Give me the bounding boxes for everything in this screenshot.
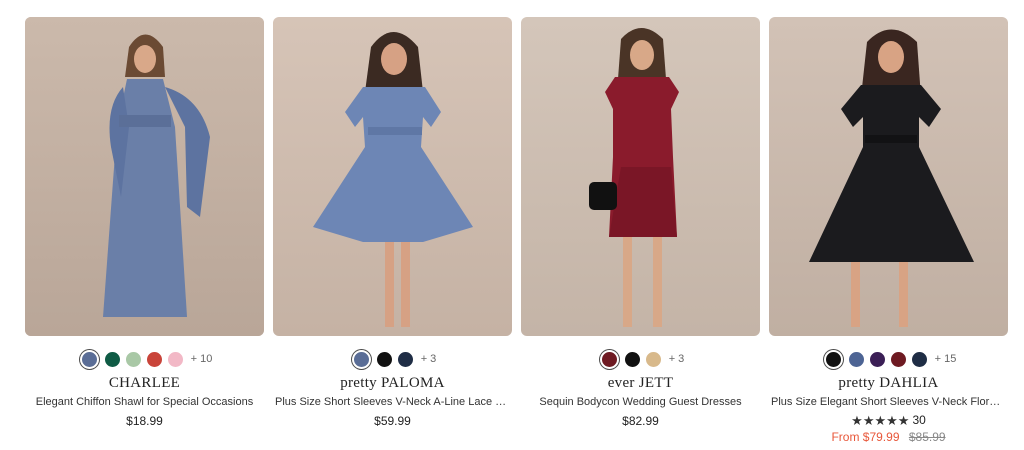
- color-swatch[interactable]: [645, 351, 661, 367]
- more-colors-count[interactable]: + 3: [669, 353, 685, 365]
- color-swatch[interactable]: [125, 351, 141, 367]
- product-title[interactable]: Elegant Chiffon Shawl for Special Occasi…: [25, 396, 264, 408]
- product-title[interactable]: Sequin Bodycon Wedding Guest Dresses: [521, 396, 760, 408]
- product-title[interactable]: Plus Size Short Sleeves V-Neck A-Line La…: [273, 396, 512, 408]
- product-brand[interactable]: pretty DAHLIA: [769, 375, 1008, 392]
- product-price: $18.99: [126, 414, 163, 428]
- price-line: From $79.99 $85.99: [769, 430, 1008, 444]
- rating-count: 30: [912, 413, 926, 427]
- product-card[interactable]: + 15 pretty DAHLIA Plus Size Elegant Sho…: [769, 17, 1008, 444]
- more-colors-count[interactable]: + 10: [191, 353, 213, 365]
- product-image[interactable]: [769, 17, 1008, 336]
- color-swatch[interactable]: [601, 351, 617, 367]
- rating-stars: ★★★★★: [851, 412, 910, 428]
- product-brand[interactable]: ever JETT: [521, 375, 760, 392]
- product-photo: [521, 17, 760, 336]
- color-swatch[interactable]: [167, 351, 183, 367]
- color-swatch[interactable]: [397, 351, 413, 367]
- color-swatch[interactable]: [376, 351, 392, 367]
- more-colors-count[interactable]: + 15: [935, 353, 957, 365]
- color-swatches: + 10: [25, 350, 264, 368]
- product-price: $59.99: [374, 414, 411, 428]
- product-price: $82.99: [622, 414, 659, 428]
- product-photo: [273, 17, 512, 336]
- color-swatch[interactable]: [869, 351, 885, 367]
- product-image[interactable]: [521, 17, 760, 336]
- color-swatch[interactable]: [624, 351, 640, 367]
- product-brand[interactable]: CHARLEE: [25, 375, 264, 392]
- color-swatch[interactable]: [146, 351, 162, 367]
- sale-price: From $79.99: [831, 430, 900, 444]
- color-swatch[interactable]: [81, 351, 97, 367]
- product-photo: [769, 17, 1008, 336]
- color-swatch[interactable]: [890, 351, 906, 367]
- original-price: $85.99: [908, 430, 946, 444]
- product-grid: + 10 CHARLEE Elegant Chiffon Shawl for S…: [0, 0, 1024, 450]
- product-card[interactable]: + 3 pretty PALOMA Plus Size Short Sleeve…: [273, 17, 512, 428]
- more-colors-count[interactable]: + 3: [421, 353, 437, 365]
- color-swatch[interactable]: [104, 351, 120, 367]
- color-swatches: + 15: [769, 350, 1008, 368]
- product-image[interactable]: [273, 17, 512, 336]
- color-swatch[interactable]: [353, 351, 369, 367]
- color-swatch[interactable]: [911, 351, 927, 367]
- product-brand[interactable]: pretty PALOMA: [273, 375, 512, 392]
- color-swatches: + 3: [521, 350, 760, 368]
- color-swatch[interactable]: [848, 351, 864, 367]
- product-card[interactable]: + 3 ever JETT Sequin Bodycon Wedding Gue…: [521, 17, 760, 428]
- rating: ★★★★★ 30: [769, 413, 1008, 427]
- color-swatch[interactable]: [825, 351, 841, 367]
- product-image[interactable]: [25, 17, 264, 336]
- product-title[interactable]: Plus Size Elegant Short Sleeves V-Neck F…: [769, 396, 1008, 408]
- product-card[interactable]: + 10 CHARLEE Elegant Chiffon Shawl for S…: [25, 17, 264, 428]
- product-photo: [25, 17, 264, 336]
- color-swatches: + 3: [273, 350, 512, 368]
